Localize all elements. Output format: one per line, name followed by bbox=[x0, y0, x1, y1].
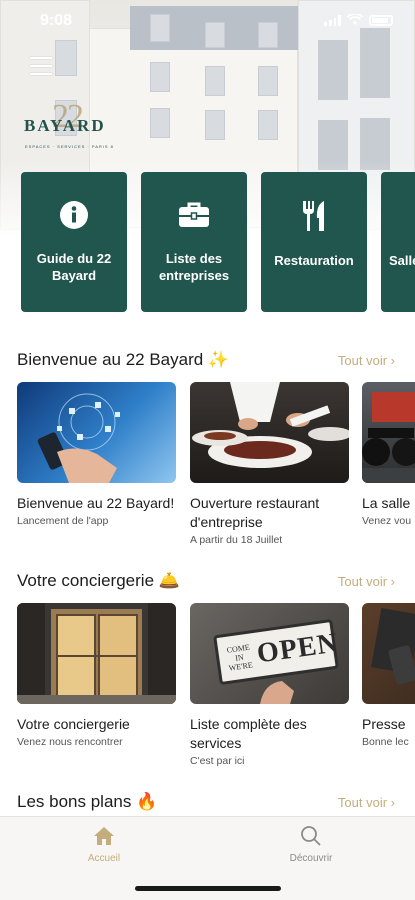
info-icon bbox=[21, 200, 127, 232]
cards-welcome: Bienvenue au 22 Bayard! Lancement de l'a… bbox=[17, 382, 415, 562]
home-indicator bbox=[135, 886, 281, 891]
card-welcome-app[interactable]: Bienvenue au 22 Bayard! Lancement de l'a… bbox=[17, 382, 176, 527]
tile-companies[interactable]: Liste des entreprises bbox=[141, 172, 247, 312]
brand-logo: 22 BAYARD ESPACES · SERVICES · PARIS 8 bbox=[24, 98, 114, 149]
wifi-icon bbox=[347, 14, 363, 25]
card-concierge[interactable]: Votre conciergerie Venez nous rencontrer bbox=[17, 603, 176, 748]
briefcase-icon bbox=[141, 200, 247, 232]
tile-guide[interactable]: Guide du 22 Bayard bbox=[21, 172, 127, 312]
see-all-concierge[interactable]: Tout voir › bbox=[338, 574, 395, 589]
tile-restaurant[interactable]: Restauration bbox=[261, 172, 367, 312]
quick-access-tiles: Guide du 22 Bayard Liste des entreprises… bbox=[21, 172, 415, 312]
press-image bbox=[362, 603, 415, 704]
status-time: 9:08 bbox=[40, 12, 73, 29]
search-icon bbox=[301, 826, 321, 846]
card-room[interactable]: La salle Venez vou bbox=[362, 382, 415, 527]
tab-discover[interactable]: Découvrir bbox=[251, 825, 371, 864]
card-press[interactable]: Presse Bonne lec bbox=[362, 603, 415, 748]
lobby-image bbox=[17, 603, 176, 704]
phone-app-image bbox=[17, 382, 176, 483]
battery-icon bbox=[369, 14, 393, 26]
chef-plating-image bbox=[190, 382, 349, 483]
see-all-deals[interactable]: Tout voir › bbox=[338, 795, 395, 810]
home-icon bbox=[94, 827, 114, 845]
signal-icon bbox=[324, 14, 341, 26]
tab-home[interactable]: Accueil bbox=[44, 825, 164, 864]
section-title-welcome: Bienvenue au 22 Bayard ✨ bbox=[17, 350, 230, 369]
card-services-list[interactable]: COME IN WE'RE OPEN Liste complète des se… bbox=[190, 603, 349, 767]
section-title-concierge: Votre conciergerie 🛎️ bbox=[17, 571, 180, 590]
status-icons bbox=[324, 14, 393, 26]
menu-icon[interactable] bbox=[30, 57, 52, 75]
section-title-deals: Les bons plans 🔥 bbox=[17, 792, 158, 811]
card-restaurant-opening[interactable]: Ouverture restaurant d'entreprise A part… bbox=[190, 382, 349, 546]
utensils-icon bbox=[261, 200, 367, 232]
gym-image bbox=[362, 382, 415, 483]
tile-room[interactable]: Salle bbox=[381, 172, 415, 312]
open-sign-image: COME IN WE'RE OPEN bbox=[190, 603, 349, 704]
cards-concierge: Votre conciergerie Venez nous rencontrer… bbox=[17, 603, 415, 783]
see-all-welcome[interactable]: Tout voir › bbox=[338, 353, 395, 368]
